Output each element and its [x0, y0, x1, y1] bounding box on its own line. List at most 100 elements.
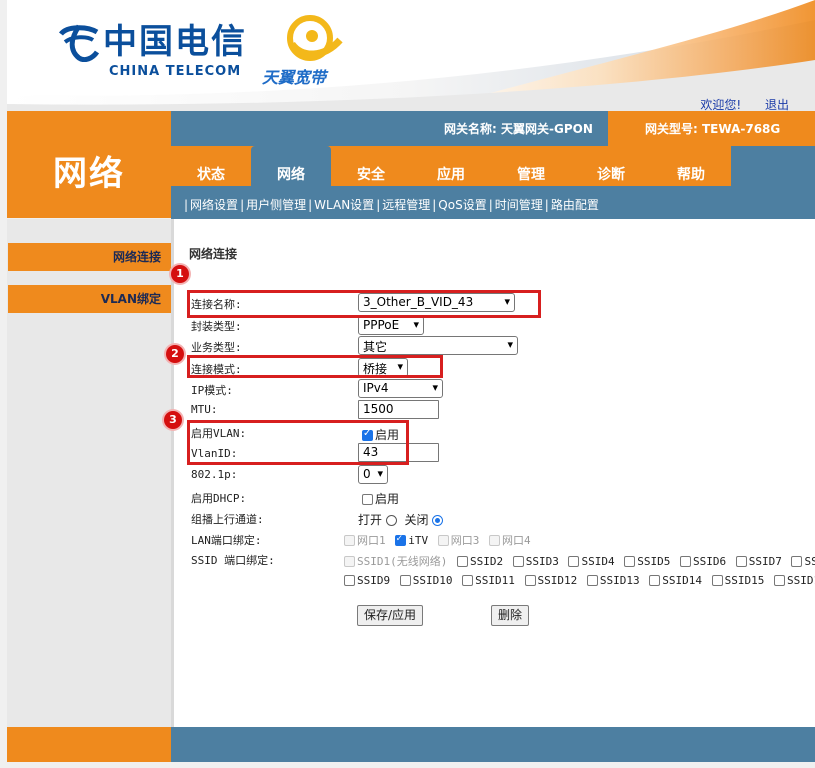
ct-chinese-name: 中国电信	[103, 22, 247, 62]
ssid-4[interactable]: SSID4	[568, 555, 615, 568]
footer-right	[171, 727, 815, 762]
ssid-3[interactable]: SSID3	[512, 555, 559, 568]
subnav-remote[interactable]: 远程管理	[382, 198, 430, 212]
dhcp-label: 启用DHCP:	[191, 492, 247, 505]
ssid-5[interactable]: SSID5	[624, 555, 670, 568]
tab-application[interactable]: 应用	[411, 146, 491, 186]
ssid-15[interactable]: SSID15	[711, 574, 764, 587]
ssid-14[interactable]: SSID14	[649, 574, 702, 587]
multicast-on-radio[interactable]	[385, 515, 397, 526]
ssid-bind-row2: SSID9 SSID10 SSID11 SSID12 SSID13 SSID14…	[344, 574, 815, 587]
ssid-11[interactable]: SSID11	[462, 574, 515, 587]
sub-navigation: | 网络设置 | 用户侧管理 | WLAN设置 | 远程管理 | QoS设置 | 时间管理 | 路由配置	[171, 186, 815, 219]
ssid-6[interactable]: SSID6	[679, 555, 726, 568]
tianyi-mark-icon	[287, 15, 343, 61]
tianyi-text: 天翼宽带	[262, 68, 327, 87]
ssid-bind-label: SSID 端口绑定:	[191, 554, 275, 567]
tab-diagnostics[interactable]: 诊断	[571, 146, 651, 186]
welcome-link[interactable]: 欢迎您!	[700, 98, 741, 111]
gateway-name-label: 网关名称:	[444, 122, 497, 136]
tab-strip-fill	[731, 146, 815, 186]
ssid-9[interactable]: SSID9	[344, 574, 390, 587]
ipmode-label: IP模式:	[191, 384, 233, 397]
dhcp-checkbox[interactable]	[362, 494, 373, 505]
lan-bind-group: 网口1 iTV 网口3 网口4	[344, 532, 534, 548]
lan-port-1[interactable]: 网口1	[344, 534, 386, 547]
lan-port-3[interactable]: 网口3	[437, 534, 479, 547]
multicast-off-radio[interactable]	[432, 515, 444, 526]
dot1p-value: 0	[363, 467, 371, 481]
ssid-16[interactable]: SSID16	[774, 574, 815, 587]
sidebar: 网络连接 VLAN绑定	[7, 219, 171, 727]
tab-network[interactable]: 网络	[251, 146, 331, 186]
dot1p-select[interactable]: 0 ▾	[358, 465, 388, 484]
ipmode-select[interactable]: IPv4 ▾	[358, 379, 443, 398]
header-links: 欢迎您! 退出	[680, 96, 789, 111]
page-title: 网络连接	[189, 247, 238, 261]
mtu-label: MTU:	[191, 403, 218, 416]
encap-label: 封装类型:	[191, 320, 242, 333]
chevron-down-icon: ▾	[413, 318, 419, 331]
gateway-info-bar: 网关名称: 天翼网关-GPON 网关型号: TEWA-768G	[171, 111, 815, 146]
ssid-8[interactable]: SSID8	[791, 555, 815, 568]
service-value: 其它	[363, 340, 388, 354]
step-badge-2: 2	[166, 345, 184, 363]
multicast-on-text: 打开	[358, 513, 383, 527]
tab-status[interactable]: 状态	[171, 146, 251, 186]
footer-left	[7, 727, 171, 762]
mtu-input[interactable]: 1500	[358, 400, 439, 419]
sidebar-item-vlan-binding[interactable]: VLAN绑定	[8, 285, 171, 313]
delete-button[interactable]: 删除	[491, 605, 530, 626]
multicast-off-text: 关闭	[404, 513, 429, 527]
lan-port-4[interactable]: 网口4	[489, 534, 531, 547]
subnav-user-side[interactable]: 用户侧管理	[246, 198, 306, 212]
tab-help[interactable]: 帮助	[651, 146, 731, 186]
ssid-1[interactable]: SSID1(无线网络)	[344, 555, 447, 568]
ssid-10[interactable]: SSID10	[399, 574, 453, 587]
main-content: 网络连接 连接名称: 3_Other_B_VID_43 ▾ 封装类型: PPPoE…	[164, 219, 815, 727]
encap-select[interactable]: PPPoE ▾	[358, 316, 424, 335]
subnav-time[interactable]: 时间管理	[495, 198, 543, 212]
ipmode-value: IPv4	[363, 381, 389, 395]
china-telecom-logo: 中国电信 CHINA TELECOM	[57, 22, 247, 79]
ssid-bind-row1: SSID1(无线网络) SSID2 SSID3 SSID4 SSID5 SSID…	[344, 553, 815, 569]
header: 中国电信 CHINA TELECOM 天翼宽带 欢迎您! 退出	[7, 0, 815, 111]
ssid-12[interactable]: SSID12	[524, 574, 577, 587]
subnav-wlan[interactable]: WLAN设置	[314, 198, 374, 212]
service-select[interactable]: 其它 ▾	[358, 336, 518, 355]
lan-port-itv[interactable]: iTV	[395, 533, 428, 547]
tab-management[interactable]: 管理	[491, 146, 571, 186]
dhcp-group: 启用	[362, 490, 399, 507]
step-badge-1: 1	[171, 265, 189, 283]
highlight-conn-name	[187, 290, 541, 318]
multicast-label: 组播上行通道:	[191, 513, 264, 526]
chevron-down-icon: ▾	[507, 338, 513, 351]
dhcp-text: 启用	[375, 492, 400, 506]
ssid-13[interactable]: SSID13	[586, 574, 640, 587]
multicast-group: 打开 关闭	[358, 511, 444, 528]
gateway-name-value: 天翼网关-GPON	[501, 122, 593, 136]
gateway-model-label: 网关型号:	[645, 122, 698, 136]
tab-security[interactable]: 安全	[331, 146, 411, 186]
gateway-name: 网关名称: 天翼网关-GPON	[444, 120, 593, 137]
section-title: 网络	[53, 154, 125, 194]
telecom-mark-icon	[59, 24, 100, 62]
encap-value: PPPoE	[363, 318, 400, 332]
lan-bind-label: LAN端口绑定:	[191, 534, 262, 547]
ssid-2[interactable]: SSID2	[456, 555, 503, 568]
subnav-network-settings[interactable]: 网络设置	[190, 198, 238, 212]
chevron-down-icon: ▾	[377, 467, 383, 480]
ct-english-name: CHINA TELECOM	[109, 64, 242, 79]
subnav-qos[interactable]: QoS设置	[438, 198, 486, 212]
gateway-model-value: TEWA-768G	[702, 122, 781, 136]
step-badge-3: 3	[164, 411, 182, 429]
subnav-route[interactable]: 路由配置	[551, 198, 599, 212]
save-apply-button[interactable]: 保存/应用	[357, 605, 424, 626]
logout-link[interactable]: 退出	[765, 98, 789, 111]
dot1p-label: 802.1p:	[191, 468, 238, 481]
sidebar-item-network-connection[interactable]: 网络连接	[8, 243, 171, 271]
highlight-vlan	[187, 420, 409, 465]
tianyi-logo: 天翼宽带	[262, 14, 352, 87]
main-tabs: 状态 网络 安全 应用 管理 诊断 帮助	[171, 146, 815, 186]
ssid-7[interactable]: SSID7	[735, 555, 782, 568]
